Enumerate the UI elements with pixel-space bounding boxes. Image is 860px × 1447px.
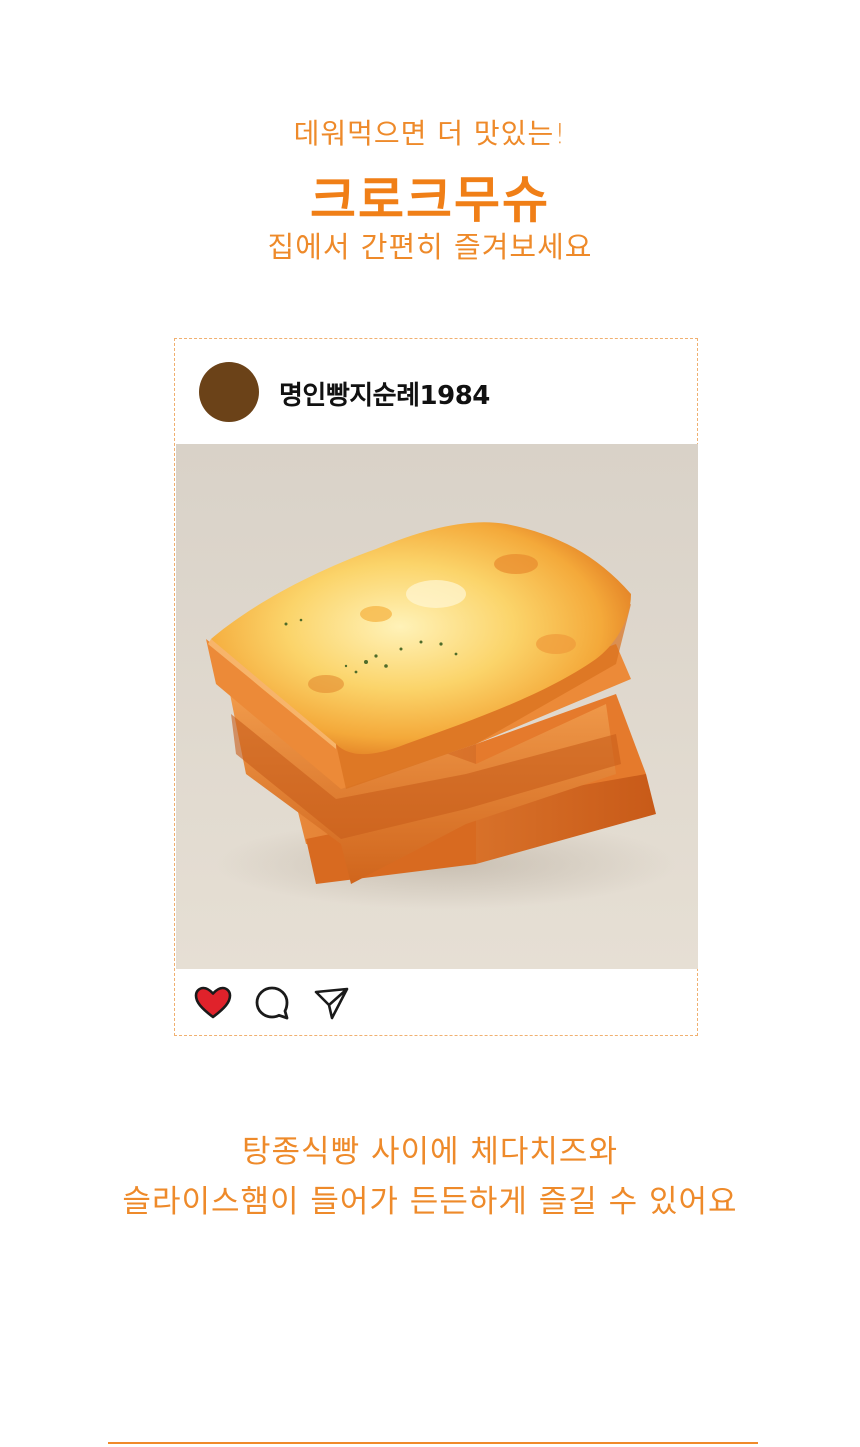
- product-title: 크로크무슈: [310, 171, 550, 229]
- username[interactable]: 명인빵지순례1984: [279, 375, 490, 412]
- post-header: 명인빵지순례1984: [175, 339, 697, 443]
- post-card: 명인빵지순례1984: [174, 338, 698, 1036]
- croque-monsieur-photo: [176, 444, 698, 969]
- subtitle-text: 집에서 간편히 즐겨보세요: [267, 230, 593, 264]
- bottom-divider: [108, 1442, 758, 1444]
- description-line-2: 슬라이스햄이 들어가 든든하게 즐길 수 있어요: [122, 1184, 738, 1220]
- post-photo: [176, 444, 698, 969]
- description-line-1: 탕종식빵 사이에 체다치즈와: [242, 1134, 618, 1170]
- post-actions: [175, 979, 697, 1029]
- heart-icon[interactable]: [193, 983, 233, 1023]
- paper-plane-icon[interactable]: [311, 983, 351, 1023]
- eyebrow-text: 데워먹으면 더 맛있는!: [293, 117, 567, 150]
- comment-bubble-icon[interactable]: [252, 983, 292, 1023]
- avatar[interactable]: [199, 362, 259, 422]
